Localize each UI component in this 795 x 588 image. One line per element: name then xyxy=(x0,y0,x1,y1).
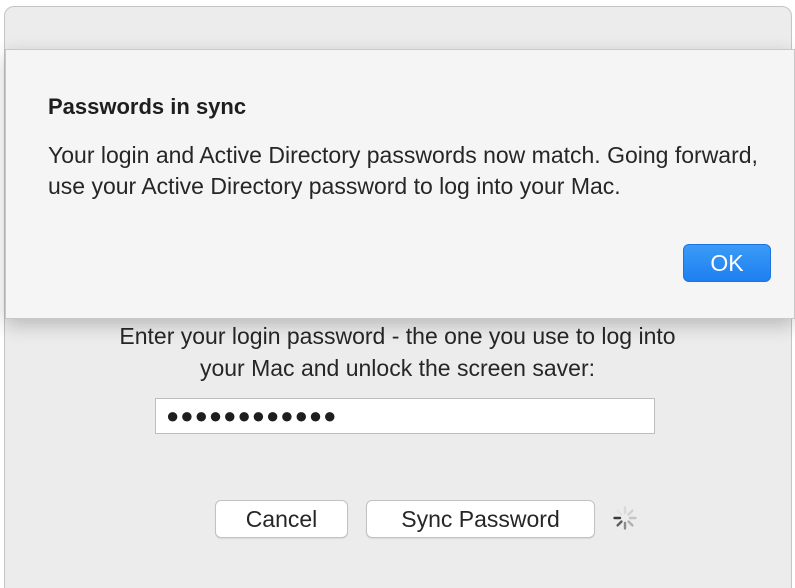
progress-spinner-icon xyxy=(613,506,637,530)
login-password-field[interactable]: ●●●●●●●●●●●● xyxy=(155,398,655,434)
sync-password-button[interactable]: Sync Password xyxy=(366,500,595,538)
alert-title: Passwords in sync xyxy=(48,94,247,119)
cancel-button[interactable]: Cancel xyxy=(215,500,348,538)
ok-button[interactable]: OK xyxy=(683,244,771,282)
prompt-line-2: your Mac and unlock the screen saver: xyxy=(199,355,596,381)
passwords-in-sync-alert: Passwords in sync Your login and Active … xyxy=(5,49,795,319)
alert-message: Your login and Active Directory password… xyxy=(48,142,758,199)
login-password-prompt: Enter your login password - the one you … xyxy=(0,320,795,384)
screen: Enter your login password - the one you … xyxy=(0,0,795,588)
prompt-line-1: Enter your login password - the one you … xyxy=(119,323,676,349)
